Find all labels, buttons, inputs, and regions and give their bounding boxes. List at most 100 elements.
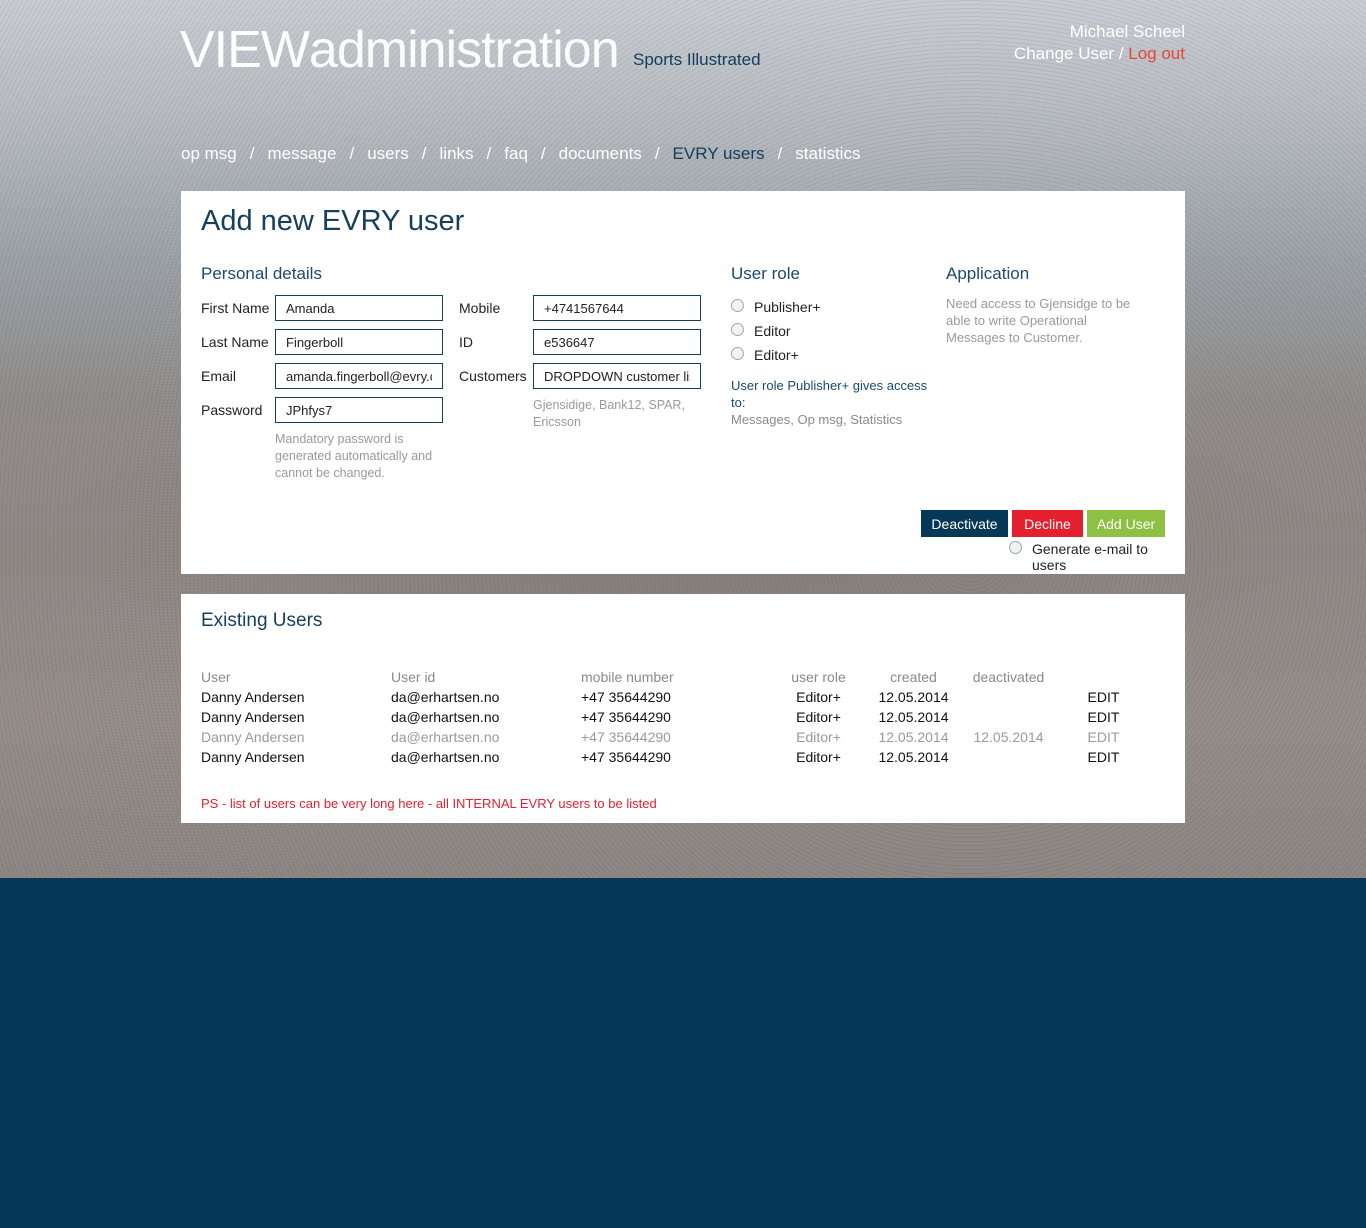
cell-user-id: da@erhartsen.no	[391, 689, 500, 705]
cell-created: 12.05.2014	[878, 709, 949, 725]
hero-background: VIEWadministration Sports Illustrated Mi…	[0, 0, 1366, 878]
deactivate-button[interactable]: Deactivate	[921, 510, 1008, 537]
cell-role: Editor+	[796, 729, 841, 745]
cell-created: 12.05.2014	[878, 689, 949, 705]
cell-user: Danny Andersen	[201, 729, 305, 745]
last-name-field[interactable]	[275, 329, 443, 355]
role-radio-editor[interactable]	[731, 323, 744, 336]
cell-role: Editor+	[796, 689, 841, 705]
customers-note: Gjensidige, Bank12, SPAR, Ericsson	[533, 398, 685, 429]
cell-role: Editor+	[796, 749, 841, 765]
cell-deactivated	[961, 747, 1056, 767]
id-field[interactable]	[533, 329, 701, 355]
actions-separator: /	[1114, 44, 1129, 63]
table-row: Danny Andersen da@erhartsen.no +47 35644…	[201, 687, 1151, 707]
nav-op-msg[interactable]: op msg	[181, 144, 237, 163]
table-header-row: User User id mobile number user role cre…	[201, 667, 1151, 687]
nav-documents[interactable]: documents	[559, 144, 642, 163]
role-note: User role Publisher+ gives access to: Me…	[731, 377, 941, 428]
email-label: Email	[201, 368, 237, 384]
user-actions: Change User / Log out	[1014, 43, 1185, 65]
user-box: Michael Scheel Change User / Log out	[1014, 21, 1185, 65]
personal-details-heading: Personal details	[201, 264, 322, 283]
role-radio-editor-plus[interactable]	[731, 347, 744, 360]
col-mobile: mobile number	[581, 669, 674, 685]
nav-users[interactable]: users	[367, 144, 409, 163]
list-note: PS - list of users can be very long here…	[201, 796, 657, 811]
role-radio-publisher-plus[interactable]	[731, 299, 744, 312]
page-title: Add new EVRY user	[201, 205, 465, 237]
role-label-publisher-plus: Publisher+	[754, 299, 821, 315]
col-edit	[1056, 667, 1151, 687]
cell-created: 12.05.2014	[878, 749, 949, 765]
change-user-link[interactable]: Change User	[1014, 44, 1114, 63]
first-name-field[interactable]	[275, 295, 443, 321]
nav-separator: /	[486, 144, 492, 163]
cell-deactivated: 12.05.2014	[973, 729, 1044, 745]
col-user: User	[201, 669, 231, 685]
nav-links[interactable]: links	[440, 144, 474, 163]
cell-user: Danny Andersen	[201, 749, 305, 765]
password-field[interactable]	[275, 397, 443, 423]
nav-evry-users[interactable]: EVRY users	[673, 144, 765, 163]
cell-user: Danny Andersen	[201, 709, 305, 725]
edit-link[interactable]: EDIT	[1056, 707, 1151, 727]
cell-mobile: +47 35644290	[581, 729, 671, 745]
footer-area	[0, 878, 1366, 1228]
email-field[interactable]	[275, 363, 443, 389]
first-name-label: First Name	[201, 300, 270, 316]
edit-link[interactable]: EDIT	[1056, 687, 1151, 707]
logout-link[interactable]: Log out	[1128, 44, 1185, 63]
cell-role: Editor+	[796, 709, 841, 725]
edit-link[interactable]: EDIT	[1056, 747, 1151, 767]
password-note: Mandatory password is generated automati…	[275, 432, 433, 480]
cell-deactivated	[961, 687, 1056, 707]
mobile-label: Mobile	[459, 300, 501, 316]
mobile-field[interactable]	[533, 295, 701, 321]
application-note: Need access to Gjensidge to be able to w…	[946, 296, 1131, 345]
logo-bold: VIEW	[180, 21, 310, 79]
nav-separator: /	[777, 144, 783, 163]
existing-users-panel: Existing Users User User id mobile numbe…	[181, 594, 1185, 823]
logo-thin: administration	[308, 21, 620, 79]
users-table: User User id mobile number user role cre…	[201, 667, 1151, 767]
edit-link[interactable]: EDIT	[1056, 727, 1151, 747]
nav-separator: /	[654, 144, 660, 163]
table-row: Danny Andersen da@erhartsen.no +47 35644…	[201, 747, 1151, 767]
main-nav: op msg / message / users / links / faq / documents…	[181, 144, 860, 164]
role-note-access: User role Publisher+ gives access to:	[731, 378, 928, 410]
existing-users-heading: Existing Users	[201, 610, 323, 631]
user-name: Michael Scheel	[1069, 22, 1185, 41]
cell-mobile: +47 35644290	[581, 709, 671, 725]
decline-button[interactable]: Decline	[1012, 510, 1083, 537]
cell-user-id: da@erhartsen.no	[391, 729, 500, 745]
password-label: Password	[201, 402, 263, 418]
nav-faq[interactable]: faq	[504, 144, 528, 163]
nav-separator: /	[421, 144, 427, 163]
generate-email-radio[interactable]	[1009, 541, 1022, 554]
generate-email-label: Generate e-mail to users	[1032, 541, 1148, 573]
id-label: ID	[459, 334, 473, 350]
role-label-editor: Editor	[754, 323, 791, 339]
add-user-button[interactable]: Add User	[1087, 510, 1165, 537]
nav-separator: /	[349, 144, 355, 163]
table-row: Danny Andersen da@erhartsen.no +47 35644…	[201, 707, 1151, 727]
app-logo: VIEWadministration	[180, 20, 620, 80]
col-role: user role	[791, 669, 846, 685]
role-label-editor-plus: Editor+	[754, 347, 799, 363]
nav-statistics[interactable]: statistics	[795, 144, 860, 163]
role-note-list: Messages, Op msg, Statistics	[731, 412, 903, 427]
nav-message[interactable]: message	[267, 144, 336, 163]
cell-user: Danny Andersen	[201, 689, 305, 705]
table-row-deactivated: Danny Andersen da@erhartsen.no +47 35644…	[201, 727, 1151, 747]
cell-mobile: +47 35644290	[581, 749, 671, 765]
last-name-label: Last Name	[201, 334, 269, 350]
cell-user-id: da@erhartsen.no	[391, 749, 500, 765]
cell-user-id: da@erhartsen.no	[391, 709, 500, 725]
cell-deactivated	[961, 707, 1056, 727]
cell-created: 12.05.2014	[878, 729, 949, 745]
cell-mobile: +47 35644290	[581, 689, 671, 705]
nav-separator: /	[249, 144, 255, 163]
col-deactivated: deactivated	[972, 669, 1045, 685]
customers-select[interactable]	[533, 363, 701, 389]
